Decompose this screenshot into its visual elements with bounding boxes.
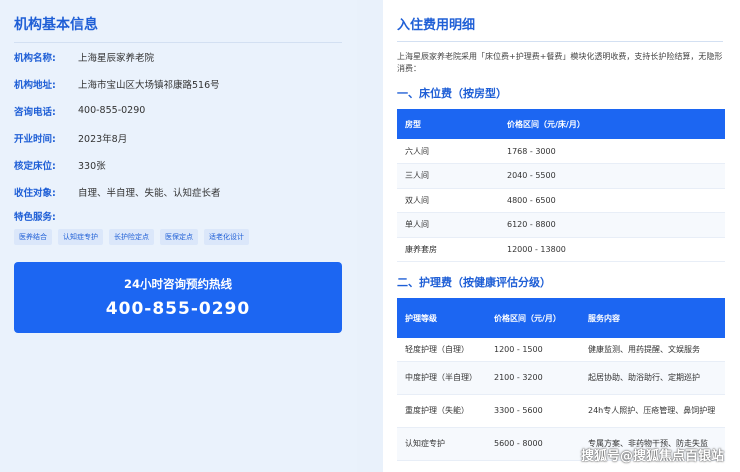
care-level: 重度护理（失能） [397,394,486,428]
column-header: 房型 [397,109,499,139]
price-range: 12000 - 13800 [499,237,725,262]
service-content: 起居协助、助浴助行、定期巡护 [580,361,725,395]
fee-detail-panel: 入住费用明细 上海星辰家养老院采用「床位费+护理费+餐费」模块化透明收费，支持长… [383,0,740,472]
room-type: 六人间 [397,139,499,164]
feature-tag: 医养结合 [14,229,52,245]
feature-tag: 长护险定点 [109,229,154,245]
info-row-phone: 咨询电话: 400-855-0290 [14,97,343,124]
table-row: 单人间 6120 - 8800 [397,212,725,238]
care-fee-table: 护理等级 价格区间（元/月） 服务内容 轻度护理（自理） 1200 - 1500… [397,298,725,461]
bed-fee-table: 房型 价格区间（元/床/月） 六人间 1768 - 3000 三人间 2040 … [397,109,725,262]
info-row-name: 机构名称: 上海星辰家养老院 [14,43,343,70]
feature-tags: 医养结合 认知症专护 长护险定点 医保定点 适老化设计 [14,229,343,245]
info-value: 上海市宝山区大场镇祁康路516号 [78,79,220,91]
features-label: 特色服务: [14,212,56,223]
room-type: 单人间 [397,212,499,238]
info-value: 330张 [78,160,106,172]
info-value: 自理、半自理、失能、认知症长者 [78,187,221,199]
price-range: 3300 - 5600 [486,394,580,428]
price-range: 6120 - 8800 [499,212,725,238]
feature-tag: 医保定点 [160,229,198,245]
info-value: 上海星辰家养老院 [78,52,155,64]
bed-fee-title: 一、床位费（按房型） [397,87,507,100]
info-row-address: 机构地址: 上海市宝山区大场镇祁康路516号 [14,70,343,97]
care-level: 认知症专护 [397,427,486,461]
care-level: 中度护理（半自理） [397,361,486,395]
price-range: 2040 - 5500 [499,163,725,189]
table-row: 康养套房 12000 - 13800 [397,237,725,262]
info-value[interactable]: 400-855-0290 [78,105,145,116]
info-label: 机构地址: [14,79,56,91]
feature-tag: 适老化设计 [204,229,249,245]
fee-detail-title: 入住费用明细 [397,14,723,42]
price-range: 1200 - 1500 [486,338,580,362]
price-range: 5600 - 8000 [486,427,580,461]
info-label: 咨询电话: [14,106,56,118]
care-level: 轻度护理（自理） [397,338,486,362]
service-content: 24h专人照护、压疮管理、鼻饲护理 [580,394,725,428]
hotline-phone[interactable]: 400-855-0290 [14,299,342,319]
hotline-banner[interactable]: 24小时咨询预约热线 400-855-0290 [14,262,342,333]
care-fee-title: 二、护理费（按健康评估分级） [397,276,551,289]
info-row-opening: 开业时间: 2023年8月 [14,124,343,151]
feature-tag: 认知症专护 [58,229,103,245]
column-header: 服务内容 [580,298,725,338]
room-type: 双人间 [397,188,499,213]
table-row: 三人间 2040 - 5500 [397,163,725,189]
price-range: 2100 - 3200 [486,361,580,395]
table-row: 中度护理（半自理） 2100 - 3200 起居协助、助浴助行、定期巡护 [397,361,725,395]
column-header: 价格区间（元/床/月） [499,109,725,139]
hotline-title: 24小时咨询预约热线 [123,277,232,291]
column-header: 价格区间（元/月） [486,298,580,338]
table-row: 轻度护理（自理） 1200 - 1500 健康监测、用药提醒、文娱服务 [397,338,725,362]
price-range: 1768 - 3000 [499,139,725,164]
basic-info-panel: 机构基本信息 机构名称: 上海星辰家养老院 机构地址: 上海市宝山区大场镇祁康路… [0,0,357,472]
info-label: 收住对象: [14,187,56,199]
info-row-beds: 核定床位: 330张 [14,151,343,178]
table-row: 双人间 4800 - 6500 [397,188,725,213]
price-range: 4800 - 6500 [499,188,725,213]
fee-intro: 上海星辰家养老院采用「床位费+护理费+餐费」模块化透明收费，支持长护险结算，无隐… [397,52,723,73]
room-type: 三人间 [397,163,499,189]
watermark-text: 搜狐号@搜狐焦点百银站 [580,449,724,464]
info-row-residents: 收住对象: 自理、半自理、失能、认知症长者 [14,178,343,205]
column-header: 护理等级 [397,298,486,338]
table-row: 六人间 1768 - 3000 [397,139,725,164]
info-label: 开业时间: [14,133,56,145]
service-content: 健康监测、用药提醒、文娱服务 [580,338,725,362]
info-value: 2023年8月 [78,133,128,145]
table-row: 重度护理（失能） 3300 - 5600 24h专人照护、压疮管理、鼻饲护理 [397,394,725,428]
info-label: 机构名称: [14,52,56,64]
room-type: 康养套房 [397,237,499,262]
basic-info-title: 机构基本信息 [14,14,342,43]
info-label: 核定床位: [14,160,56,172]
